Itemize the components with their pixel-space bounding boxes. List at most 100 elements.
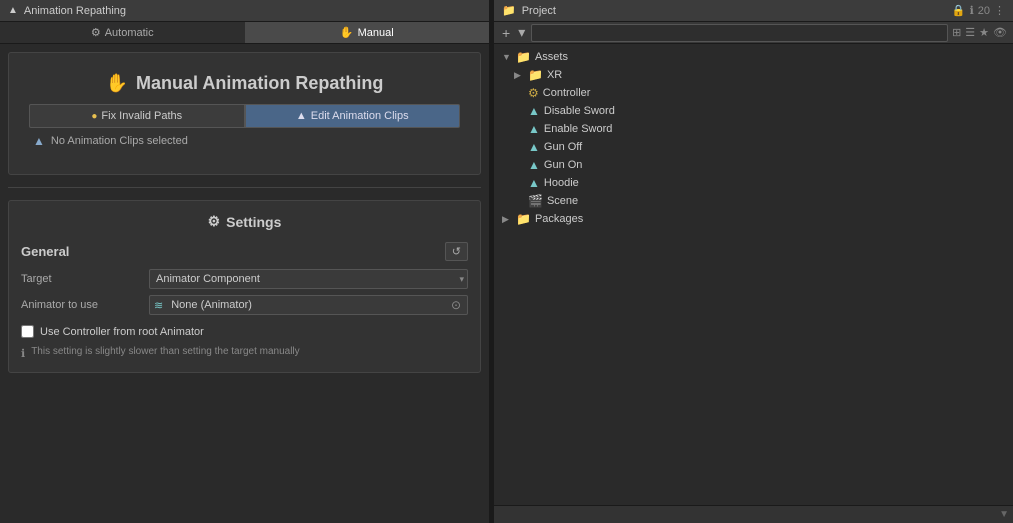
edit-clips-button[interactable]: ▲ Edit Animation Clips — [245, 104, 461, 128]
project-folder-icon: 📁 — [502, 4, 516, 17]
divider — [8, 187, 481, 188]
assets-arrow: ▼ — [502, 52, 512, 62]
warning-icon: ▲ — [33, 134, 45, 148]
right-panel: 📁 Project 🔒 ℹ 20 ⋮ + ▾ ⊞ ☰ ★ 👁 ▼ 📁 — [494, 0, 1013, 523]
project-toolbar: + ▾ ⊞ ☰ ★ 👁 — [494, 22, 1013, 44]
assets-folder-icon: 📁 — [516, 50, 531, 64]
enable-sword-icon: ▲ — [528, 122, 540, 136]
gun-on-icon: ▲ — [528, 158, 540, 172]
tree-item-hoodie[interactable]: ▲ Hoodie — [494, 174, 1013, 192]
tree-item-enable-sword[interactable]: ▲ Enable Sword — [494, 120, 1013, 138]
add-icon: + — [502, 25, 510, 41]
content-area: ✋ Manual Animation Repathing ● Fix Inval… — [0, 44, 489, 523]
animator-circle-button[interactable]: ⊙ — [445, 296, 467, 314]
warning-row: ▲ No Animation Clips selected — [29, 128, 460, 154]
settings-section: ⚙ Settings General ↺ Target Animator Com… — [8, 200, 481, 373]
general-label-row: General ↺ — [21, 242, 468, 261]
tree-item-assets[interactable]: ▼ 📁 Assets — [494, 48, 1013, 66]
count-badge: 20 — [978, 5, 990, 17]
packages-label: Packages — [535, 213, 583, 225]
project-toolbar-icons: ⊞ ☰ ★ 👁 — [952, 26, 1007, 39]
manual-tab-icon: ✋ — [340, 26, 354, 39]
action-buttons-row: ● Fix Invalid Paths ▲ Edit Animation Cli… — [29, 104, 460, 128]
tree-item-gun-on[interactable]: ▲ Gun On — [494, 156, 1013, 174]
fix-paths-label: Fix Invalid Paths — [101, 110, 182, 122]
add-dropdown-icon: ▾ — [518, 24, 525, 41]
fix-paths-dot: ● — [91, 111, 97, 122]
warning-message: No Animation Clips selected — [51, 135, 188, 147]
add-dropdown-button[interactable]: ▾ — [516, 24, 527, 41]
hoodie-label: Hoodie — [544, 177, 579, 189]
target-select[interactable]: Animator Component — [149, 269, 468, 289]
automatic-tab-label: Automatic — [105, 27, 154, 39]
info-row: ℹ This setting is slightly slower than s… — [21, 342, 468, 364]
animator-label: Animator to use — [21, 299, 141, 311]
tab-automatic[interactable]: ⚙ Automatic — [0, 22, 245, 43]
fix-paths-button[interactable]: ● Fix Invalid Paths — [29, 104, 245, 128]
root-animator-checkbox[interactable] — [21, 325, 34, 338]
checkbox-row: Use Controller from root Animator — [21, 321, 468, 342]
enable-sword-label: Enable Sword — [544, 123, 613, 135]
checkbox-label: Use Controller from root Animator — [40, 326, 204, 338]
animator-field-row: Animator to use ≋ ⊙ — [21, 295, 468, 315]
info-btn: ℹ — [970, 4, 974, 17]
animator-input-wrapper: ≋ ⊙ — [149, 295, 468, 315]
menu-icon[interactable]: ⋮ — [994, 4, 1005, 17]
hoodie-icon: ▲ — [528, 176, 540, 190]
tree-item-scene[interactable]: 🎬 Scene — [494, 192, 1013, 210]
refresh-button[interactable]: ↺ — [445, 242, 468, 261]
tree-item-gun-off[interactable]: ▲ Gun Off — [494, 138, 1013, 156]
hero-icon: ✋ — [106, 73, 128, 94]
grid-icon[interactable]: ⊞ — [952, 26, 961, 39]
project-title-bar: 📁 Project 🔒 ℹ 20 ⋮ — [494, 0, 1013, 22]
lock-icon: 🔒 — [952, 4, 966, 17]
edit-clips-icon: ▲ — [296, 110, 307, 122]
settings-title: Settings — [226, 214, 281, 230]
animator-prefix-icon: ≋ — [150, 299, 167, 312]
project-content: ▼ 📁 Assets ▶ 📁 XR ⚙ Controller ▲ Disable… — [494, 44, 1013, 505]
tab-manual[interactable]: ✋ Manual — [245, 22, 490, 43]
target-select-wrapper: Animator Component ▾ — [149, 269, 468, 289]
eye-icon[interactable]: 👁 — [993, 26, 1007, 39]
window-title-icon: ▲ — [8, 5, 18, 16]
tree-item-controller[interactable]: ⚙ Controller — [494, 84, 1013, 102]
hero-title-row: ✋ Manual Animation Repathing — [29, 73, 460, 94]
controller-icon: ⚙ — [528, 86, 539, 100]
project-title-left: 📁 Project — [502, 4, 556, 17]
assets-label: Assets — [535, 51, 568, 63]
xr-label: XR — [547, 69, 562, 81]
settings-gear-icon: ⚙ — [208, 213, 221, 230]
edit-clips-label: Edit Animation Clips — [311, 110, 409, 122]
tree-item-packages[interactable]: ▶ 📁 Packages — [494, 210, 1013, 228]
info-icon: ℹ — [21, 347, 25, 360]
window-title: Animation Repathing — [24, 5, 126, 17]
gun-off-icon: ▲ — [528, 140, 540, 154]
xr-folder-icon: 📁 — [528, 68, 543, 82]
tab-bar: ⚙ Automatic ✋ Manual — [0, 22, 489, 44]
scroll-down-arrow[interactable]: ▼ — [999, 509, 1009, 520]
disable-sword-label: Disable Sword — [544, 105, 615, 117]
info-text: This setting is slightly slower than set… — [31, 346, 299, 357]
scene-label: Scene — [547, 195, 578, 207]
window-title-bar: ▲ Animation Repathing — [0, 0, 489, 22]
general-label: General — [21, 244, 69, 259]
animator-input[interactable] — [167, 296, 445, 314]
star-icon[interactable]: ★ — [979, 26, 989, 39]
manual-tab-label: Manual — [358, 27, 394, 39]
tree-item-xr[interactable]: ▶ 📁 XR — [494, 66, 1013, 84]
scene-icon: 🎬 — [528, 194, 543, 208]
packages-arrow: ▶ — [502, 214, 512, 225]
filter-icon[interactable]: ☰ — [965, 26, 975, 39]
automatic-tab-icon: ⚙ — [91, 26, 101, 39]
gun-on-label: Gun On — [544, 159, 583, 171]
packages-folder-icon: 📁 — [516, 212, 531, 226]
hero-title-text: Manual Animation Repathing — [136, 73, 383, 94]
tree-item-disable-sword[interactable]: ▲ Disable Sword — [494, 102, 1013, 120]
add-button[interactable]: + — [500, 25, 512, 41]
target-field-row: Target Animator Component ▾ — [21, 269, 468, 289]
project-bottom-bar: ▼ — [494, 505, 1013, 523]
settings-header: ⚙ Settings — [21, 213, 468, 230]
target-label: Target — [21, 273, 141, 285]
search-input[interactable] — [531, 24, 948, 42]
hero-section: ✋ Manual Animation Repathing ● Fix Inval… — [8, 52, 481, 175]
